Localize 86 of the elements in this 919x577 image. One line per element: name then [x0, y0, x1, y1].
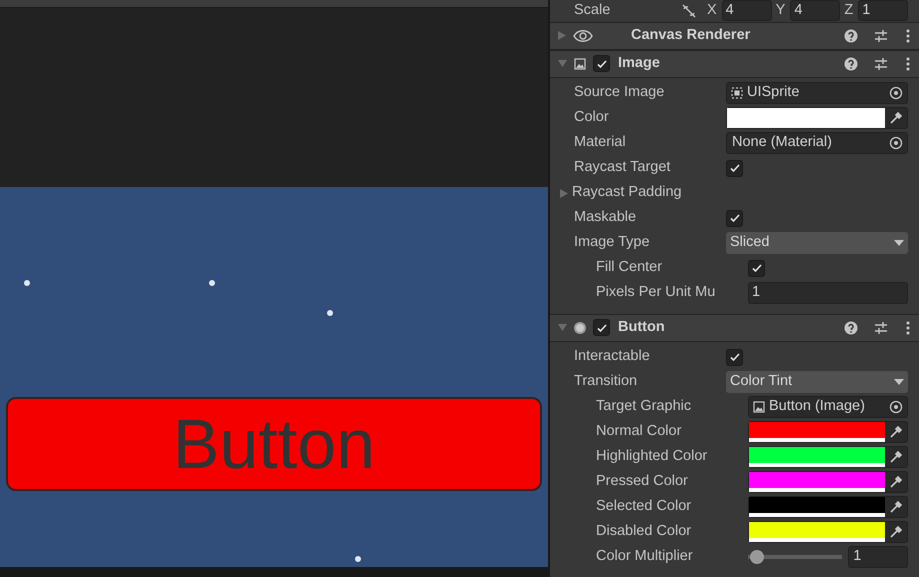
component-title: Canvas Renderer — [630, 26, 752, 45]
checkbox[interactable] — [726, 348, 743, 366]
eyedropper-icon[interactable] — [889, 111, 904, 126]
property-label: Raycast Target — [574, 158, 672, 178]
slider-thumb[interactable] — [750, 550, 764, 564]
eye-icon — [573, 28, 593, 43]
property-label: Color Multiplier — [596, 547, 694, 566]
eyedropper-icon[interactable] — [889, 425, 904, 440]
object-value: None (Material) — [731, 133, 833, 152]
color-swatch[interactable] — [749, 472, 886, 492]
checkbox[interactable] — [726, 160, 743, 177]
check-icon — [728, 212, 740, 224]
eyedropper-icon[interactable] — [889, 525, 904, 540]
check-icon — [596, 58, 608, 70]
color-swatch[interactable] — [749, 522, 886, 542]
color-swatch[interactable] — [749, 497, 886, 518]
axis-label: Z — [844, 1, 854, 20]
property-label: Maskable — [574, 208, 638, 228]
property-label: Interactable — [574, 347, 651, 366]
caret-icon — [894, 240, 904, 246]
number-field[interactable]: 1 — [848, 546, 908, 568]
number-field[interactable]: 4 — [722, 0, 772, 22]
dropdown[interactable]: Sliced — [726, 232, 908, 254]
eyedropper-icon[interactable] — [889, 450, 904, 464]
caret-icon — [894, 379, 904, 386]
number-field[interactable]: 4 — [790, 0, 840, 22]
more-options-icon[interactable] — [906, 320, 910, 335]
radio-icon — [573, 320, 587, 335]
property-label: Transition — [574, 372, 638, 392]
help-icon[interactable] — [844, 320, 858, 335]
property-label: Pressed Color — [596, 472, 689, 492]
property-label: Image Type — [574, 233, 651, 252]
help-icon[interactable] — [844, 56, 858, 71]
object-picker-icon[interactable] — [889, 400, 904, 414]
dropdown[interactable]: Color Tint — [726, 371, 908, 394]
property-label: Color — [574, 108, 610, 128]
property-label: Highlighted Color — [596, 447, 708, 466]
image-icon — [752, 400, 766, 414]
check-icon — [728, 351, 740, 364]
more-options-icon[interactable] — [906, 56, 910, 71]
help-icon[interactable] — [844, 28, 858, 43]
checkbox[interactable] — [593, 319, 610, 336]
component-header[interactable]: Canvas Renderer — [550, 22, 919, 50]
object-value: UISprite — [746, 83, 800, 102]
property-label: Pixels Per Unit Mu — [596, 283, 716, 302]
object-field[interactable]: UISprite — [726, 82, 908, 104]
component-title: Image — [617, 54, 661, 73]
component-title: Button — [617, 318, 666, 337]
property-label: Normal Color — [596, 422, 682, 442]
unlinked-chain-icon[interactable] — [681, 4, 697, 18]
checkbox[interactable] — [748, 260, 765, 277]
property-label: Fill Center — [596, 258, 664, 278]
eyedropper-icon[interactable] — [889, 500, 904, 514]
checkbox[interactable] — [593, 55, 610, 72]
property-label: Source Image — [574, 83, 666, 102]
number-field[interactable]: 1 — [858, 0, 908, 22]
check-icon — [728, 162, 740, 174]
object-picker-icon[interactable] — [889, 136, 904, 150]
object-value: Button (Image) — [768, 397, 866, 416]
component-header[interactable]: Image — [550, 50, 919, 78]
foldout-label[interactable]: Raycast Padding — [572, 182, 682, 204]
image-icon — [573, 56, 587, 71]
preset-sliders-icon[interactable] — [874, 56, 888, 71]
number-field[interactable]: 1 — [748, 282, 908, 304]
sprite-icon — [730, 86, 744, 100]
object-field[interactable]: Button (Image) — [748, 396, 908, 418]
color-swatch[interactable] — [749, 422, 886, 442]
color-swatch[interactable] — [727, 108, 886, 128]
property-label: Disabled Color — [596, 522, 692, 542]
check-icon — [750, 262, 762, 274]
property-label: Material — [574, 133, 627, 152]
component-header[interactable]: Button — [550, 314, 919, 342]
property-label: Scale — [574, 1, 612, 20]
checkbox[interactable] — [726, 210, 743, 227]
check-icon — [596, 322, 608, 334]
eyedropper-icon[interactable] — [889, 475, 904, 490]
axis-label: X — [707, 1, 717, 20]
more-options-icon[interactable] — [906, 28, 910, 43]
axis-label: Y — [776, 1, 786, 20]
preset-sliders-icon[interactable] — [874, 28, 888, 43]
color-swatch[interactable] — [749, 447, 886, 468]
property-label: Target Graphic — [596, 397, 692, 416]
object-picker-icon[interactable] — [889, 86, 904, 100]
property-label: Selected Color — [596, 497, 692, 516]
preset-sliders-icon[interactable] — [874, 320, 888, 335]
object-field[interactable]: None (Material) — [726, 132, 908, 154]
